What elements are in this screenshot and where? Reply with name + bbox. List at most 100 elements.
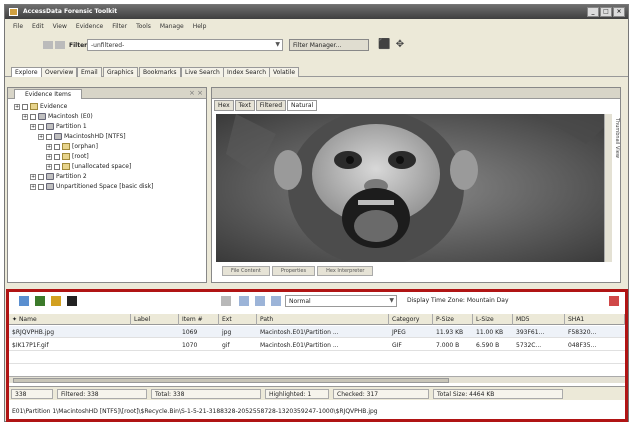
black-square-icon[interactable]: [67, 296, 77, 306]
col-category[interactable]: Category: [389, 314, 433, 325]
table-row[interactable]: $RJQVPHB.jpg 1069 jpg Macintosh.E01\Partiti…: [9, 326, 625, 338]
col-path[interactable]: Path: [257, 314, 389, 325]
col-sha1[interactable]: SHA1: [565, 314, 625, 325]
tree-item-label: Partition 2: [56, 173, 87, 180]
expand-icon[interactable]: +: [46, 163, 52, 170]
tab-live-search[interactable]: Live Search: [181, 67, 224, 77]
tab-text[interactable]: Text: [234, 100, 255, 111]
col-psize[interactable]: P-Size: [433, 314, 473, 325]
menu-view[interactable]: View: [53, 23, 67, 33]
col-ext[interactable]: Ext: [219, 314, 257, 325]
col-md5[interactable]: MD5: [513, 314, 565, 325]
tree-item[interactable]: + [orphan]: [46, 142, 98, 151]
folder-icon: [62, 153, 70, 160]
evidence-panel-title[interactable]: Evidence Items: [14, 89, 82, 99]
table-row[interactable]: [9, 352, 625, 364]
filter-toggle-icon[interactable]: ⬛: [378, 39, 390, 51]
col-name[interactable]: ✦ Name: [9, 314, 131, 325]
thumbnail-icon[interactable]: [271, 296, 281, 306]
tree-checkbox[interactable]: [38, 173, 44, 180]
tree-checkbox[interactable]: [22, 103, 28, 110]
viewer-scrollbar[interactable]: [604, 114, 612, 262]
tree-item-label: MacintoshHD [NTFS]: [64, 133, 126, 140]
grid-icon[interactable]: [239, 296, 249, 306]
close-button[interactable]: ×: [613, 7, 625, 17]
filter-select[interactable]: -unfiltered- ▼: [87, 39, 283, 51]
tree-item[interactable]: + MacintoshHD [NTFS]: [38, 132, 126, 141]
tab-natural[interactable]: Natural: [287, 100, 318, 111]
tab-bookmarks[interactable]: Bookmarks: [139, 67, 181, 77]
panel-close-icon[interactable]: × ×: [189, 89, 203, 97]
expand-icon[interactable]: +: [30, 173, 36, 180]
expand-icon[interactable]: +: [46, 153, 52, 160]
expand-icon[interactable]: +: [14, 103, 20, 110]
color-icon[interactable]: [35, 296, 45, 306]
back-icon[interactable]: [43, 41, 53, 49]
tab-volatile[interactable]: Volatile: [269, 67, 300, 77]
menu-manage[interactable]: Manage: [160, 23, 184, 33]
menu-tools[interactable]: Tools: [136, 23, 151, 33]
tree-checkbox[interactable]: [38, 183, 44, 190]
tree-checkbox[interactable]: [54, 163, 60, 170]
tab-properties[interactable]: Properties: [271, 266, 316, 276]
close-icon[interactable]: [609, 296, 619, 306]
list-icon[interactable]: [255, 296, 265, 306]
expand-icon[interactable]: +: [30, 123, 36, 130]
disk-icon: [46, 123, 54, 130]
label-icon[interactable]: [51, 296, 61, 306]
checkmark-icon[interactable]: [19, 296, 29, 306]
scrollbar-thumb[interactable]: [13, 378, 449, 383]
file-list-header: ✦ Name Label Item # Ext Path Category P-…: [9, 314, 625, 325]
tab-filtered[interactable]: Filtered: [255, 100, 287, 111]
tree-checkbox[interactable]: [38, 123, 44, 130]
expand-icon[interactable]: +: [38, 133, 44, 140]
tab-email[interactable]: Email: [77, 67, 102, 77]
tree-checkbox[interactable]: [54, 153, 60, 160]
tab-explore[interactable]: Explore: [11, 67, 42, 77]
tab-graphics[interactable]: Graphics: [103, 67, 138, 77]
display-mode-select[interactable]: Normal ▼: [285, 295, 397, 307]
tree-checkbox[interactable]: [30, 113, 36, 120]
tree-item[interactable]: + [unallocated space]: [46, 162, 131, 171]
status-total-size: Total Size: 4464 KB: [433, 389, 563, 399]
tree-item[interactable]: + Unpartitioned Space [basic disk]: [30, 182, 154, 191]
menu-evidence[interactable]: Evidence: [76, 23, 103, 33]
tab-overview[interactable]: Overview: [41, 67, 78, 77]
tab-file-content[interactable]: File Content: [222, 266, 270, 276]
forward-icon[interactable]: [55, 41, 65, 49]
tree-item[interactable]: + Macintosh (E0): [22, 112, 93, 121]
tab-index-search[interactable]: Index Search: [223, 67, 271, 77]
cell-sha1: [565, 352, 625, 364]
thumbnail-side-tab[interactable]: Thumbnail View: [612, 118, 620, 178]
column-icon[interactable]: [221, 296, 231, 306]
expand-icon[interactable]: +: [46, 143, 52, 150]
col-label[interactable]: Label: [131, 314, 179, 325]
tab-hex[interactable]: Hex: [214, 100, 234, 111]
table-row[interactable]: $IK17P1F.gif 1070 gif Macintosh.E01\Partiti…: [9, 339, 625, 351]
menu-edit[interactable]: Edit: [32, 23, 44, 33]
tree-item[interactable]: + Partition 2: [30, 172, 87, 181]
expand-icon[interactable]: +: [30, 183, 36, 190]
tree-item[interactable]: + Partition 1: [30, 122, 87, 131]
viewer-bottom-tabs: File Content Properties Hex Interpreter: [222, 266, 374, 276]
minimize-button[interactable]: _: [587, 7, 599, 17]
tree-item[interactable]: + Evidence: [14, 102, 67, 111]
filter-value: -unfiltered-: [91, 42, 125, 49]
tree-item[interactable]: + [root]: [46, 152, 89, 161]
menu-filter[interactable]: Filter: [112, 23, 127, 33]
settings-gear-icon[interactable]: ✥: [394, 39, 406, 51]
expand-icon[interactable]: +: [22, 113, 28, 120]
disk-icon: [38, 113, 46, 120]
menu-file[interactable]: File: [13, 23, 23, 33]
col-item[interactable]: Item #: [179, 314, 219, 325]
filter-manager-button[interactable]: Filter Manager...: [289, 39, 369, 51]
cell-psize: [433, 352, 473, 364]
tree-checkbox[interactable]: [54, 143, 60, 150]
file-list-scrollbar[interactable]: [9, 376, 625, 383]
tree-checkbox[interactable]: [46, 133, 52, 140]
menu-help[interactable]: Help: [193, 23, 207, 33]
col-lsize[interactable]: L-Size: [473, 314, 513, 325]
tab-hex-interpreter[interactable]: Hex Interpreter: [317, 266, 374, 276]
maximize-button[interactable]: □: [600, 7, 612, 17]
cell-category: GIF: [392, 342, 402, 349]
